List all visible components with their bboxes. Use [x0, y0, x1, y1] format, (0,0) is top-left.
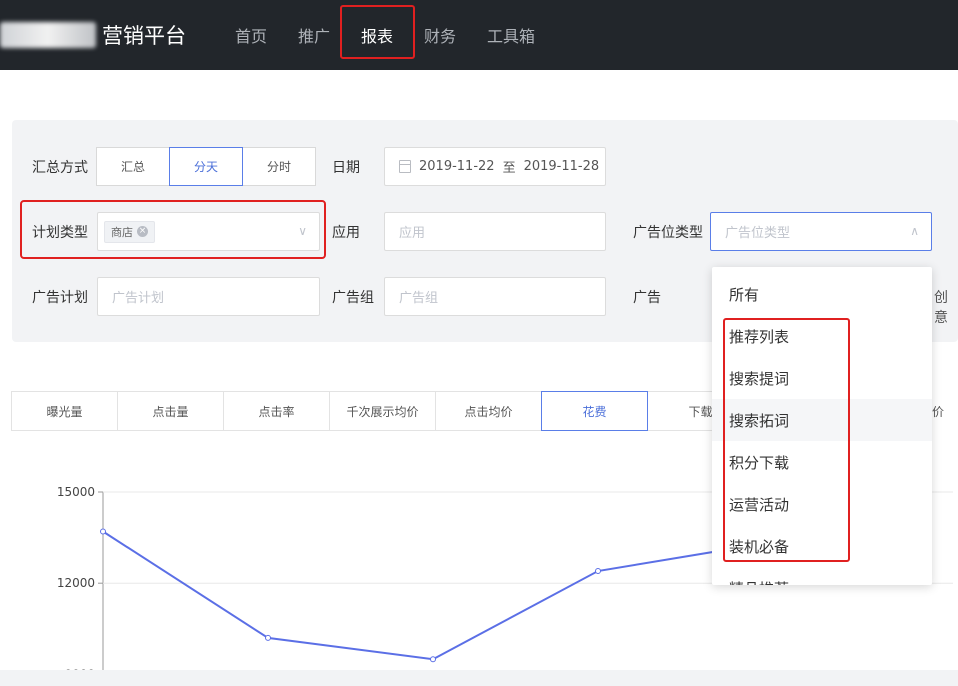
- ad-group-label: 广告组: [332, 290, 374, 306]
- ad-plan-input[interactable]: 广告计划: [97, 277, 320, 316]
- tab-impressions[interactable]: 曝光量: [11, 391, 118, 431]
- tab-cpc[interactable]: 点击均价: [435, 391, 542, 431]
- plan-type-highlight: [20, 200, 326, 259]
- date-label: 日期: [332, 160, 360, 176]
- calendar-icon: [399, 160, 411, 173]
- logo-blurred: [0, 22, 96, 48]
- nav-finance[interactable]: 财务: [424, 23, 456, 47]
- tab-clicks[interactable]: 点击量: [117, 391, 224, 431]
- summary-mode-label: 汇总方式: [32, 160, 88, 176]
- date-end: 2019-11-28: [523, 159, 600, 174]
- brand-title: 营销平台: [102, 24, 186, 48]
- slot-type-select[interactable]: 广告位类型 ∧: [710, 212, 932, 251]
- nav-reports-highlight: [340, 5, 415, 59]
- date-separator: 至: [502, 161, 516, 176]
- data-point[interactable]: [595, 568, 601, 575]
- tab-cost[interactable]: 花费: [541, 391, 648, 431]
- nav-toolbox[interactable]: 工具箱: [487, 23, 535, 47]
- nav-promotion[interactable]: 推广: [298, 23, 330, 47]
- app-input[interactable]: 应用: [384, 212, 606, 251]
- ad-label: 广告: [633, 290, 661, 306]
- summary-option-daily[interactable]: 分天: [169, 147, 243, 186]
- dropdown-option-partial[interactable]: 精品推荐: [712, 567, 932, 586]
- data-point[interactable]: [265, 634, 271, 641]
- nav-home[interactable]: 首页: [235, 23, 267, 47]
- app-label: 应用: [332, 225, 360, 241]
- dropdown-option[interactable]: 所有: [712, 273, 932, 315]
- top-navigation-bar: 营销平台 首页 推广 报表 财务 工具箱: [0, 0, 958, 70]
- ad-group-input[interactable]: 广告组: [384, 277, 606, 316]
- data-point[interactable]: [430, 656, 436, 663]
- summary-option-total[interactable]: 汇总: [96, 147, 170, 186]
- date-start: 2019-11-22: [419, 159, 495, 174]
- tab-cpm[interactable]: 千次展示均价: [329, 391, 436, 431]
- summary-option-hourly[interactable]: 分时: [242, 147, 316, 186]
- dropdown-options-highlight: [723, 318, 850, 562]
- ad-plan-label: 广告计划: [32, 290, 88, 306]
- data-point[interactable]: [100, 528, 106, 535]
- tab-partial-right: 价: [932, 405, 945, 419]
- slot-type-label: 广告位类型: [633, 225, 703, 241]
- date-range-picker[interactable]: 2019-11-22 至 2019-11-28: [384, 147, 606, 186]
- slot-type-placeholder: 广告位类型: [725, 226, 791, 241]
- chevron-up-icon: ∧: [910, 224, 919, 238]
- bottom-strip: [0, 670, 958, 686]
- summary-mode-segmented: 汇总 分天 分时: [96, 147, 316, 186]
- y-tick-label: 15000: [57, 485, 95, 499]
- y-tick-label: 12000: [57, 576, 95, 590]
- creative-label-partial: 创意: [934, 290, 948, 326]
- tab-ctr[interactable]: 点击率: [223, 391, 330, 431]
